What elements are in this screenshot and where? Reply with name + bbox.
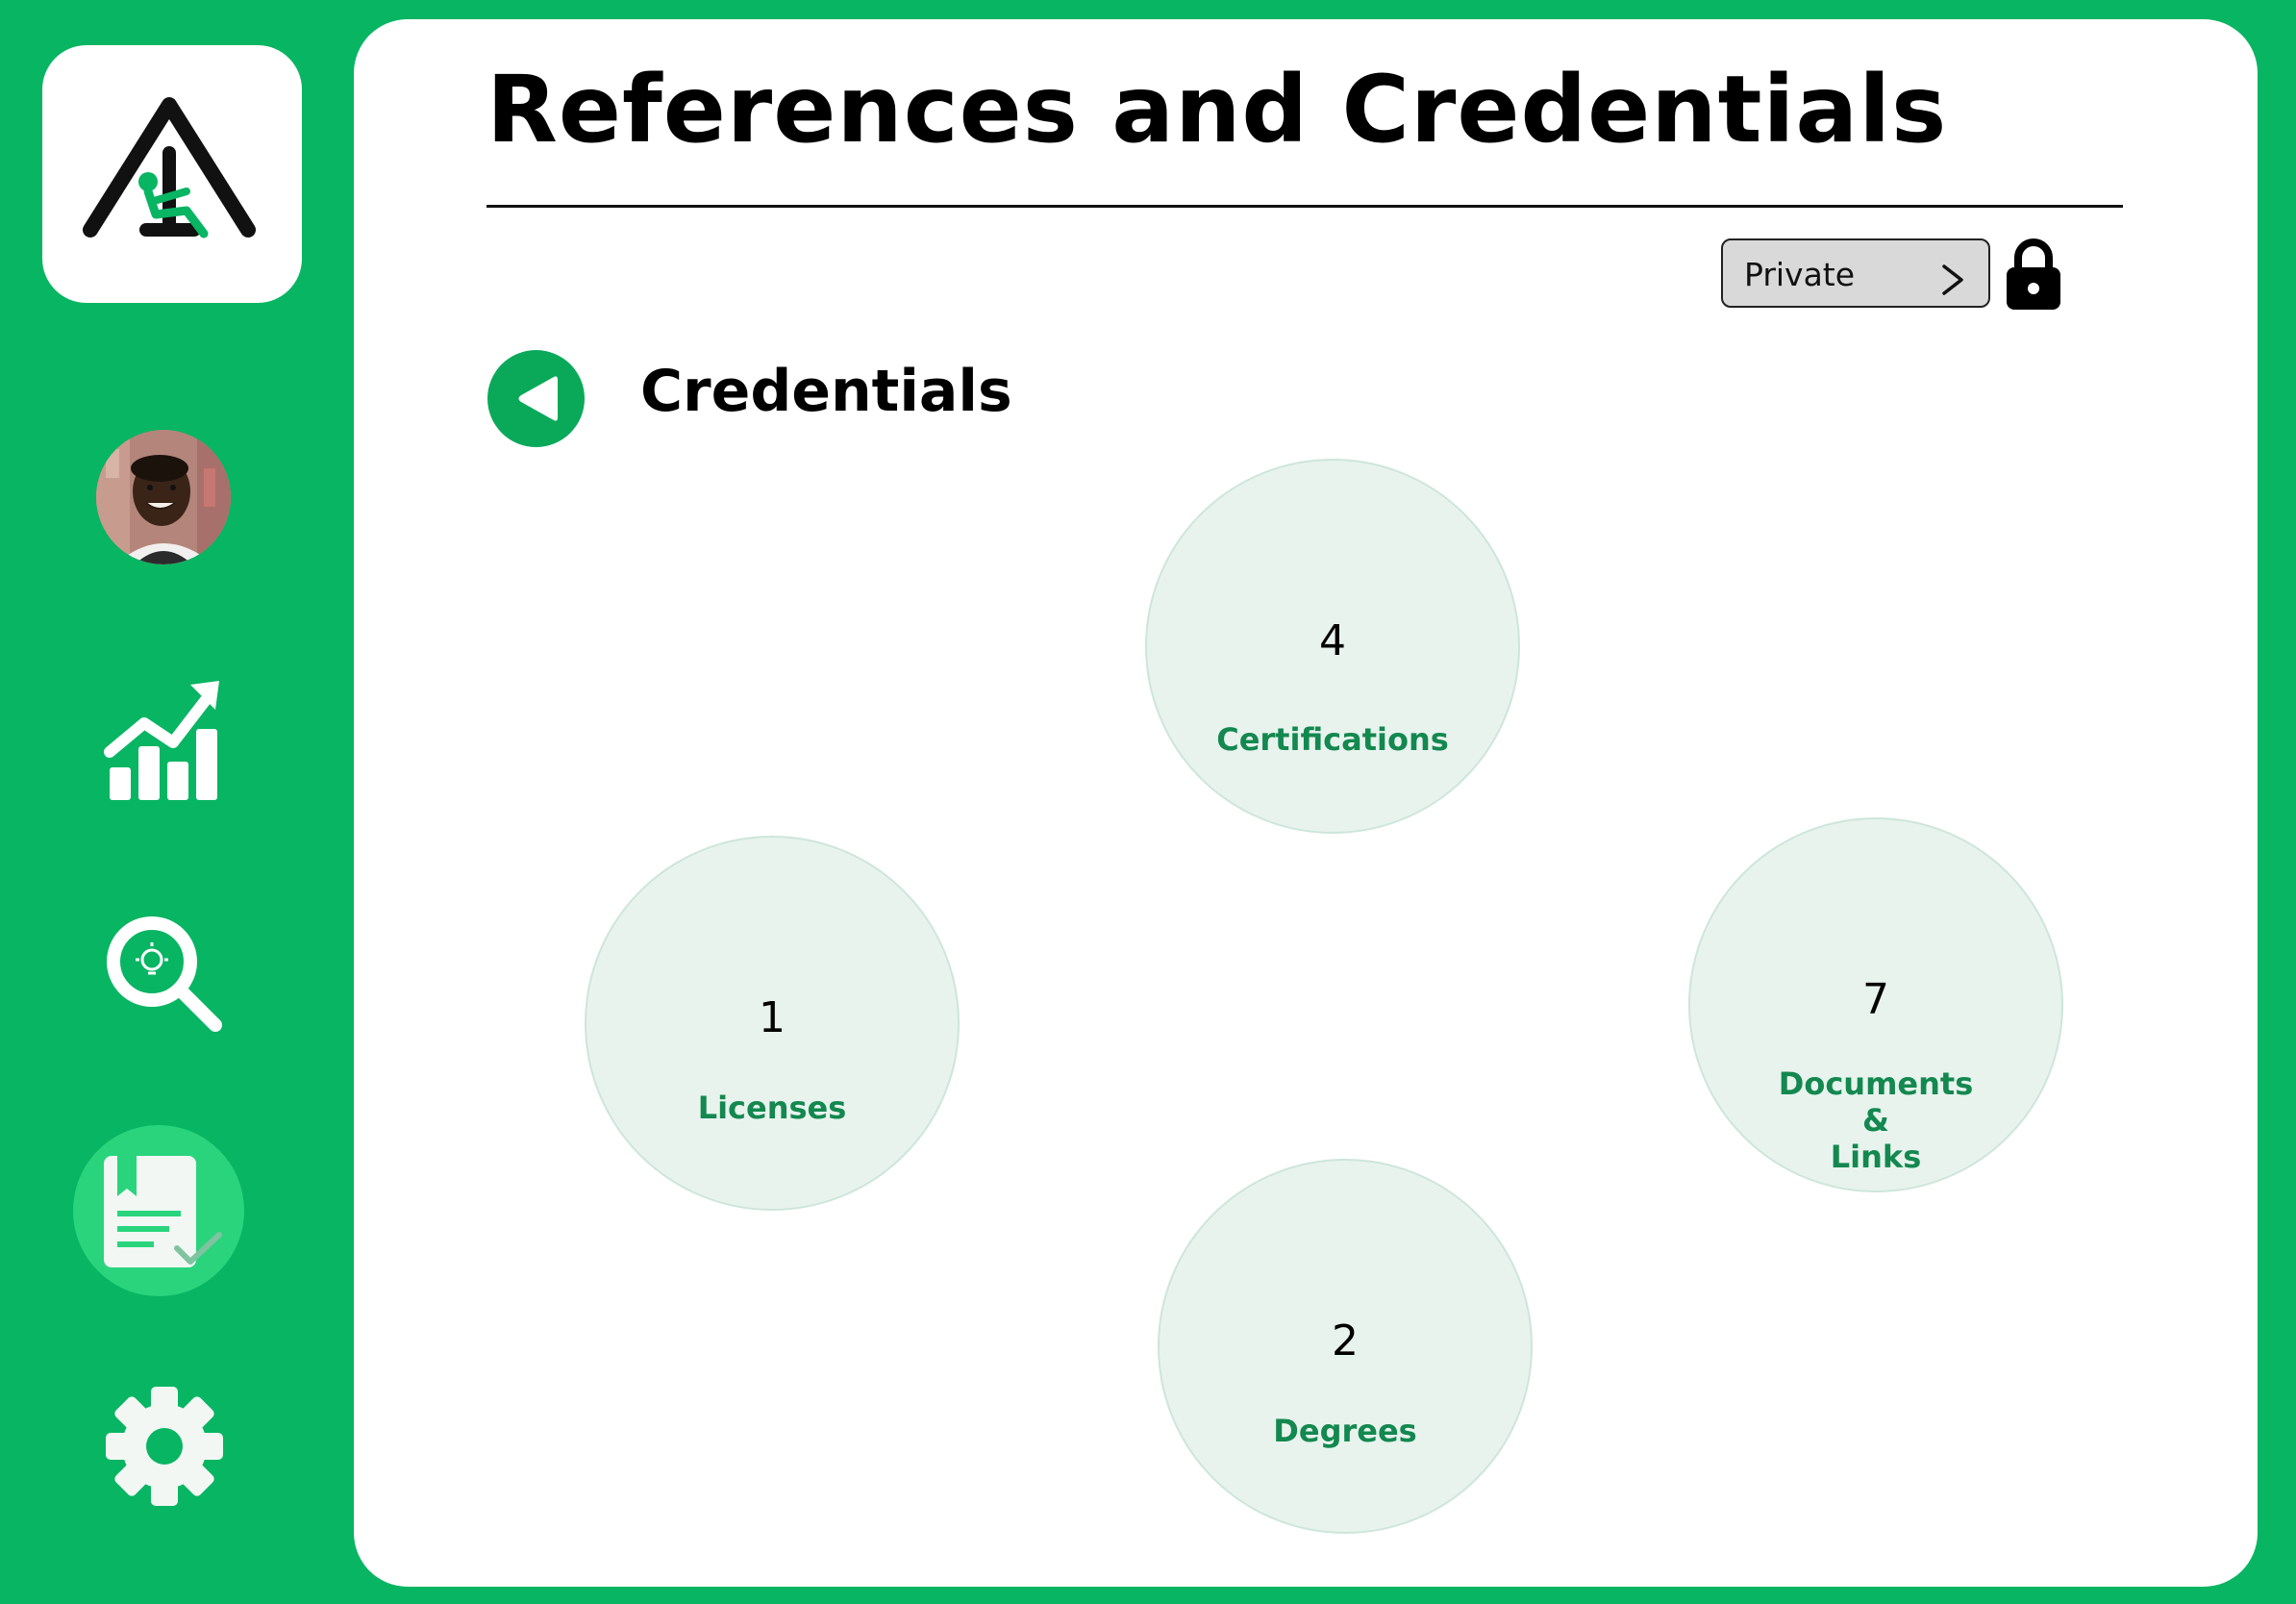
certifications-bubble[interactable]: 4 Certifications bbox=[1145, 459, 1520, 834]
app-logo[interactable] bbox=[42, 45, 302, 303]
degrees-bubble[interactable]: 2 Degrees bbox=[1158, 1159, 1533, 1534]
title-divider bbox=[487, 205, 2123, 208]
licenses-label: Licenses bbox=[697, 1090, 847, 1126]
search-insight-icon[interactable] bbox=[104, 914, 225, 1035]
lock-icon bbox=[2007, 238, 2060, 310]
back-arrow-icon bbox=[518, 376, 558, 421]
back-button[interactable] bbox=[487, 350, 585, 447]
page-title: References and Credentials bbox=[487, 56, 1948, 163]
gear-icon[interactable] bbox=[106, 1387, 223, 1506]
documents-links-count: 7 bbox=[1862, 975, 1889, 1024]
profile-avatar[interactable] bbox=[96, 430, 231, 564]
avatar-photo bbox=[96, 430, 231, 564]
documents-links-label: Documents & Links bbox=[1778, 1065, 1974, 1175]
chevron-right-icon bbox=[1942, 264, 1963, 295]
certifications-label: Certifications bbox=[1216, 721, 1449, 758]
licenses-bubble[interactable]: 1 Licenses bbox=[585, 836, 960, 1211]
certifications-count: 4 bbox=[1319, 616, 1346, 665]
privacy-label: Private bbox=[1744, 256, 1856, 293]
documents-links-bubble[interactable]: 7 Documents & Links bbox=[1688, 817, 2063, 1192]
licenses-count: 1 bbox=[759, 993, 786, 1042]
logo-icon bbox=[83, 97, 256, 238]
section-title: Credentials bbox=[640, 358, 1012, 425]
privacy-selector[interactable]: Private bbox=[1721, 238, 1990, 308]
degrees-label: Degrees bbox=[1273, 1413, 1417, 1449]
degrees-count: 2 bbox=[1332, 1316, 1359, 1366]
analytics-chart-icon[interactable] bbox=[104, 679, 223, 802]
credentials-document-icon[interactable] bbox=[100, 1152, 227, 1271]
